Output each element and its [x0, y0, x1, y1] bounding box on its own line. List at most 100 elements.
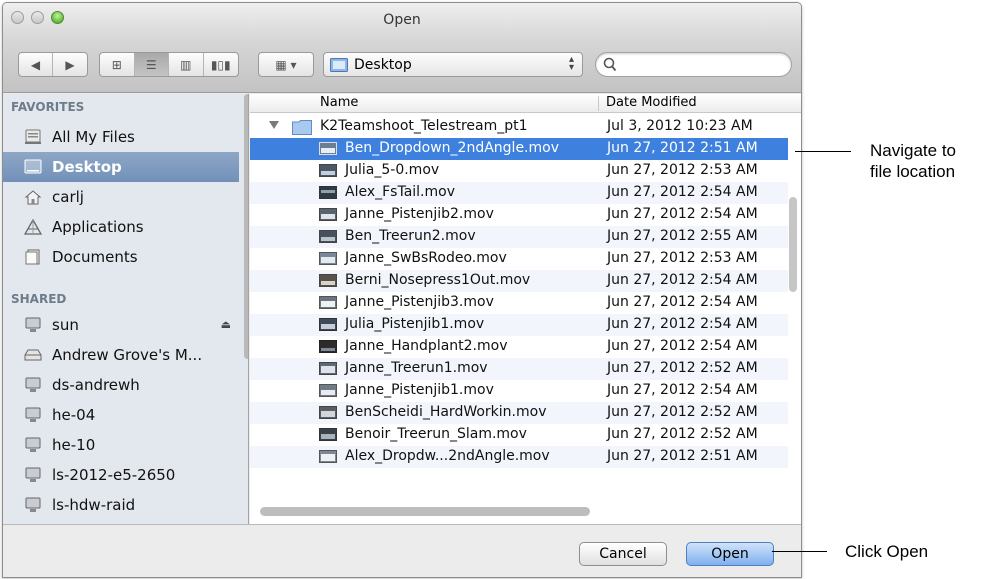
disclosure-triangle-icon[interactable]	[269, 121, 279, 129]
sidebar-item-desktop[interactable]: Desktop	[3, 152, 239, 182]
title-bar[interactable]: Open	[3, 3, 801, 41]
file-name: Janne_Handplant2.mov	[345, 338, 508, 354]
computer-icon	[23, 436, 43, 454]
location-popup[interactable]: Desktop ▴ ▾	[323, 52, 583, 77]
window-title: Open	[383, 12, 421, 28]
sidebar-item-ls-2012-e5-2650[interactable]: ls-2012-e5-2650	[3, 460, 239, 490]
file-date: Jun 27, 2012 2:54 AM	[607, 338, 758, 354]
sidebar: FAVORITES All My Files Desktop carlj App…	[3, 94, 249, 524]
sidebar-item-carlj[interactable]: carlj	[3, 182, 239, 212]
sidebar-item-andrew-grove[interactable]: Andrew Grove's M...	[3, 340, 239, 370]
file-date: Jun 27, 2012 2:52 AM	[607, 426, 758, 442]
forward-button[interactable]: ▶	[53, 53, 87, 76]
sidebar-item-label: All My Files	[52, 128, 135, 146]
file-row[interactable]: Janne_Treerun1.mov Jun 27, 2012 2:52 AM	[250, 358, 788, 380]
file-name: Janne_Treerun1.mov	[345, 360, 488, 376]
sidebar-item-ds-andrewh[interactable]: ds-andrewh	[3, 370, 239, 400]
name-column-header[interactable]: Name	[320, 95, 358, 110]
navigate-callout-line	[795, 151, 851, 152]
cover-flow-button[interactable]: ▮▯▮	[204, 53, 238, 76]
file-date: Jun 27, 2012 2:55 AM	[607, 228, 758, 244]
file-list-vertical-scrollbar[interactable]	[789, 197, 797, 292]
file-row[interactable]: Julia_Pistenjib1.mov Jun 27, 2012 2:54 A…	[250, 314, 788, 336]
computer-icon	[23, 406, 43, 424]
favorites-heading: FAVORITES	[11, 100, 85, 114]
sidebar-item-label: he-10	[52, 436, 96, 454]
file-list: Name Date Modified K2Teamshoot_Telestrea…	[250, 94, 801, 524]
movie-file-icon	[319, 186, 337, 203]
folder-icon	[292, 120, 312, 135]
file-row[interactable]: Janne_SwBsRodeo.mov Jun 27, 2012 2:53 AM	[250, 248, 788, 270]
movie-file-icon	[319, 252, 337, 269]
sidebar-item-label: Documents	[52, 248, 138, 266]
back-button[interactable]: ◀	[19, 53, 53, 76]
file-date: Jun 27, 2012 2:53 AM	[607, 250, 758, 266]
file-row[interactable]: Alex_Dropdw...2ndAngle.mov Jun 27, 2012 …	[250, 446, 788, 468]
file-row[interactable]: Ben_Treerun2.mov Jun 27, 2012 2:55 AM	[250, 226, 788, 248]
file-name: Janne_Pistenjib1.mov	[345, 382, 494, 398]
sidebar-item-label: ls-2012-e5-2650	[52, 466, 176, 484]
popup-arrows-icon: ▴ ▾	[568, 54, 574, 73]
column-divider	[598, 96, 599, 111]
file-date: Jun 27, 2012 2:52 AM	[607, 404, 758, 420]
documents-icon	[23, 248, 43, 266]
file-name: Janne_Pistenjib2.mov	[345, 206, 494, 222]
sidebar-item-label: ds-andrewh	[52, 376, 140, 394]
search-field[interactable]	[595, 52, 792, 77]
file-row[interactable]: BenScheidi_HardWorkin.mov Jun 27, 2012 2…	[250, 402, 788, 424]
file-name: BenScheidi_HardWorkin.mov	[345, 404, 547, 420]
movie-file-icon	[319, 274, 337, 291]
file-row[interactable]: Ben_Dropdown_2ndAngle.mov Jun 27, 2012 2…	[250, 138, 788, 160]
file-row[interactable]: Alex_FsTail.mov Jun 27, 2012 2:54 AM	[250, 182, 788, 204]
sidebar-item-ls-hdw-raid[interactable]: ls-hdw-raid	[3, 490, 239, 520]
file-row[interactable]: Julia_5-0.mov Jun 27, 2012 2:53 AM	[250, 160, 788, 182]
open-button[interactable]: Open	[686, 542, 774, 566]
file-row[interactable]: Janne_Handplant2.mov Jun 27, 2012 2:54 A…	[250, 336, 788, 358]
folder-row[interactable]: K2Teamshoot_Telestream_pt1 Jul 3, 2012 1…	[250, 116, 788, 138]
file-row[interactable]: Janne_Pistenjib1.mov Jun 27, 2012 2:54 A…	[250, 380, 788, 402]
arrange-menu[interactable]: ▦ ▾	[259, 53, 313, 76]
sidebar-item-he-04[interactable]: he-04	[3, 400, 239, 430]
file-name: Alex_FsTail.mov	[345, 184, 455, 200]
all-files-icon	[23, 128, 43, 146]
arrange-button[interactable]: ▦ ▾	[258, 52, 314, 77]
file-list-horizontal-scrollbar[interactable]	[260, 507, 590, 516]
sidebar-item-label: Andrew Grove's M...	[52, 346, 203, 364]
list-view-button[interactable]: ☰	[134, 53, 169, 76]
column-header: Name Date Modified	[250, 94, 801, 113]
back-forward-control: ◀ ▶	[18, 52, 88, 77]
file-name: Janne_SwBsRodeo.mov	[345, 250, 507, 266]
chevron-right-icon: ▶	[65, 57, 75, 72]
sidebar-item-all-my-files[interactable]: All My Files	[3, 122, 239, 152]
open-dialog: Open ◀ ▶ ⊞ ☰ ▥ ▮▯▮ ▦ ▾ Desktop ▴ ▾ FAVOR…	[2, 2, 802, 578]
navigate-callout-line2: file location	[870, 162, 956, 181]
file-row[interactable]: Janne_Pistenjib2.mov Jun 27, 2012 2:54 A…	[250, 204, 788, 226]
open-callout-line	[772, 551, 827, 552]
icon-view-button[interactable]: ⊞	[100, 53, 135, 76]
chevron-left-icon: ◀	[30, 57, 41, 72]
navigate-callout-line1: Navigate to	[870, 141, 956, 160]
eject-icon[interactable]: ⏏	[221, 318, 231, 331]
sidebar-item-sun[interactable]: sun ⏏	[3, 310, 239, 340]
computer-icon	[23, 466, 43, 484]
file-row[interactable]: Janne_Pistenjib3.mov Jun 27, 2012 2:54 A…	[250, 292, 788, 314]
movie-file-icon	[319, 318, 337, 335]
date-column-header[interactable]: Date Modified	[606, 95, 697, 110]
sidebar-item-he-10[interactable]: he-10	[3, 430, 239, 460]
computer-icon	[23, 316, 43, 334]
file-name: Ben_Dropdown_2ndAngle.mov	[345, 140, 559, 156]
file-name: Berni_Nosepress1Out.mov	[345, 272, 531, 288]
desktop-icon	[23, 158, 43, 176]
file-name: Julia_Pistenjib1.mov	[345, 316, 485, 332]
cancel-button[interactable]: Cancel	[579, 542, 667, 566]
sidebar-item-label: Applications	[52, 218, 144, 236]
column-view-button[interactable]: ▥	[169, 53, 204, 76]
sidebar-item-label: ls-hdw-raid	[52, 496, 136, 514]
sidebar-item-documents[interactable]: Documents	[3, 242, 239, 272]
sidebar-item-applications[interactable]: Applications	[3, 212, 239, 242]
file-date: Jun 27, 2012 2:51 AM	[607, 448, 758, 464]
file-row[interactable]: Berni_Nosepress1Out.mov Jun 27, 2012 2:5…	[250, 270, 788, 292]
folder-date: Jul 3, 2012 10:23 AM	[607, 118, 753, 134]
sidebar-scrollbar[interactable]	[244, 94, 248, 359]
file-row[interactable]: Benoir_Treerun_Slam.mov Jun 27, 2012 2:5…	[250, 424, 788, 446]
